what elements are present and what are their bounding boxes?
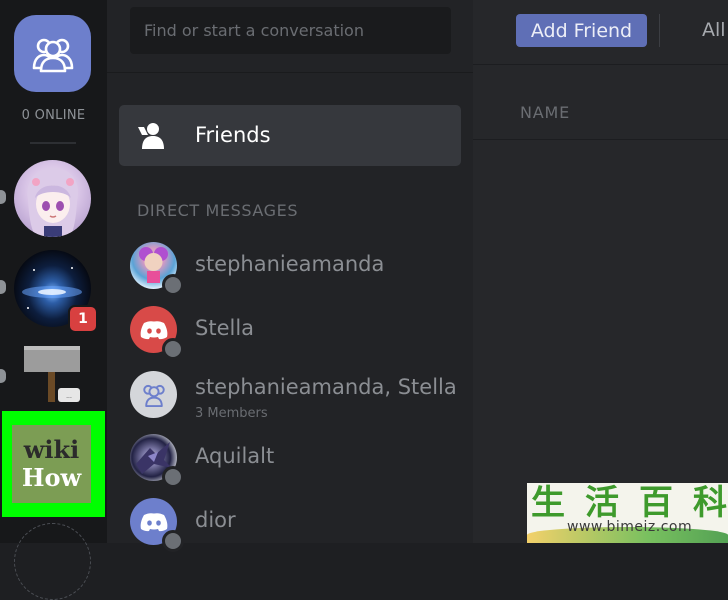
direct-messages-header: DIRECT MESSAGES: [137, 201, 299, 220]
toolbar-divider: [659, 14, 660, 47]
friends-home-button[interactable]: [14, 15, 91, 92]
add-server-button[interactable]: [14, 523, 91, 600]
friends-column-header: NAME: [473, 72, 728, 140]
status-offline-icon: [162, 338, 184, 360]
watermark-logo: 生 活 百 科: [531, 483, 727, 523]
watermark-char: 科: [693, 483, 727, 523]
dm-item-aquilalt[interactable]: Aquilalt: [130, 434, 470, 489]
dm-name: stephanieamanda, Stella: [195, 375, 457, 399]
anime-avatar-icon: [27, 168, 79, 237]
watermark: 生 活 百 科 www.bimeiz.com: [527, 483, 728, 543]
rail-divider: [30, 142, 76, 144]
server-indicator-pill: [0, 280, 6, 294]
dm-item-group[interactable]: stephanieamanda, Stella 3 Members: [130, 371, 470, 426]
status-offline-icon: [162, 530, 184, 552]
server-rail: 0 ONLINE 1 ... wiki How: [0, 0, 107, 600]
dm-name: Aquilalt: [195, 444, 275, 468]
discord-logo-icon: [140, 320, 167, 339]
group-dm-icon: [142, 384, 165, 407]
panel-divider: [107, 72, 473, 73]
server-icon-wikihow[interactable]: wiki How: [12, 425, 91, 503]
unread-badge: 1: [68, 305, 98, 333]
friend-wave-icon: [138, 123, 164, 149]
server-icon-anime[interactable]: [14, 160, 91, 237]
wikihow-logo-top: wiki: [23, 435, 80, 464]
direct-messages-panel: Find or start a conversation Friends DIR…: [107, 0, 473, 552]
discord-logo-icon: [140, 512, 167, 531]
dm-name: stephanieamanda: [195, 252, 385, 276]
friends-nav-item[interactable]: Friends: [119, 105, 461, 166]
watermark-url: www.bimeiz.com: [567, 519, 693, 535]
friends-toolbar: Add Friend All: [473, 0, 728, 65]
friends-group-icon: [32, 38, 73, 72]
server-icon-hammer[interactable]: ...: [14, 340, 91, 417]
wikihow-logo-bottom: How: [21, 463, 82, 492]
dm-item-stephanieamanda[interactable]: stephanieamanda: [130, 242, 470, 297]
watermark-char: 活: [585, 483, 619, 523]
status-offline-icon: [162, 466, 184, 488]
search-input[interactable]: Find or start a conversation: [130, 7, 451, 54]
friends-main-area: Add Friend All NAME: [473, 0, 728, 543]
svg-text:...: ...: [66, 393, 72, 400]
dm-member-count: 3 Members: [195, 406, 268, 421]
dm-item-dior[interactable]: dior: [130, 498, 470, 553]
online-count: 0 ONLINE: [21, 108, 86, 123]
hammer-icon: ...: [24, 346, 80, 402]
server-indicator-pill: [0, 369, 6, 383]
add-friend-button[interactable]: Add Friend: [516, 14, 647, 47]
tab-all[interactable]: All: [702, 19, 726, 41]
dm-name: Stella: [195, 316, 255, 340]
column-name-header[interactable]: NAME: [520, 103, 570, 122]
dm-item-stella[interactable]: Stella: [130, 306, 470, 361]
watermark-char: 生: [531, 483, 565, 523]
server-indicator-pill: [0, 190, 6, 204]
avatar: [130, 371, 177, 418]
friends-label: Friends: [195, 123, 271, 147]
status-offline-icon: [162, 274, 184, 296]
watermark-char: 百: [639, 483, 673, 523]
dm-name: dior: [195, 508, 236, 532]
search-placeholder: Find or start a conversation: [144, 21, 364, 40]
